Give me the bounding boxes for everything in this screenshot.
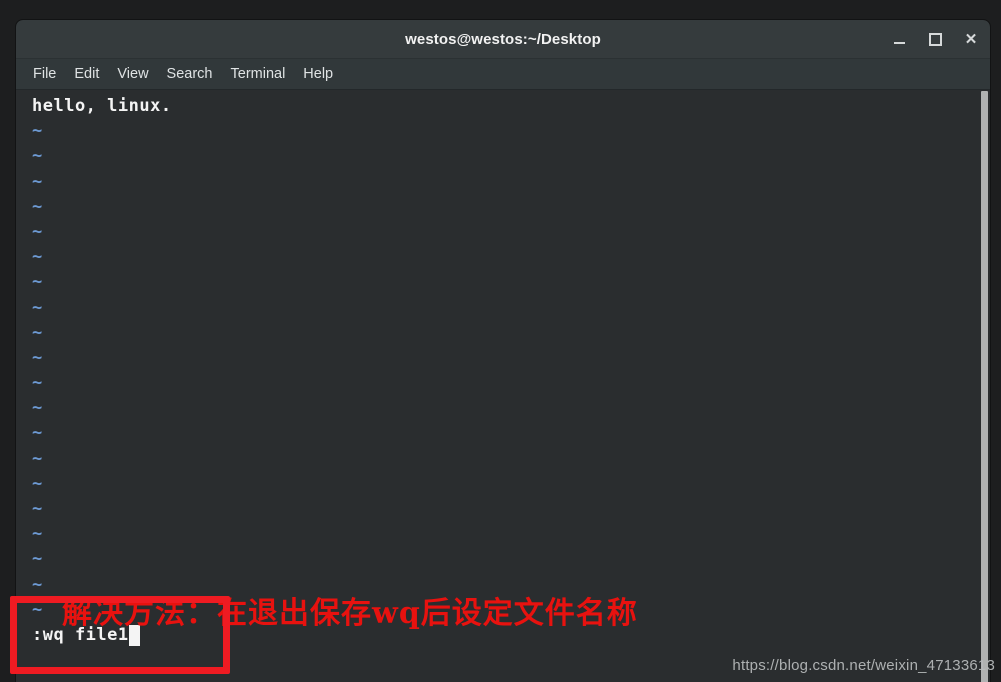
vim-tilde-line: ~ — [32, 171, 43, 192]
vim-tilde-line: ~ — [32, 473, 43, 494]
vim-tilde-line: ~ — [32, 499, 43, 519]
window-titlebar[interactable]: westos@westos:~/Desktop ✕ — [16, 20, 990, 59]
menu-item-file[interactable]: File — [24, 63, 65, 85]
close-button[interactable]: ✕ — [958, 26, 984, 52]
minimize-icon — [893, 41, 905, 44]
buffer-line-text: hello, linux. — [32, 96, 172, 116]
window-controls: ✕ — [886, 20, 984, 58]
maximize-button[interactable] — [922, 26, 948, 52]
maximize-icon — [928, 32, 942, 46]
desktop-background: westos@westos:~/Desktop ✕ File Edit View… — [0, 0, 1001, 682]
vim-tilde-line: ~ — [32, 423, 43, 444]
menu-item-search[interactable]: Search — [158, 63, 222, 85]
vim-tilde-line: ~ — [32, 549, 43, 570]
terminal-scrollbar[interactable] — [981, 90, 988, 682]
vim-tilde-line: ~ — [32, 448, 43, 469]
terminal-screen[interactable]: hello, linux. ~ ~ ~ ~ ~ ~ ~ ~ ~ ~ ~ ~ ~ ~ ~ ~ ~ ~ ~ ~ :wq f… — [16, 90, 990, 682]
menubar: File Edit View Search Terminal Help — [16, 59, 990, 90]
vim-tilde-line: ~ — [32, 196, 43, 217]
vim-tilde-line: ~ — [32, 297, 43, 318]
vim-tilde-line: ~ — [32, 146, 43, 167]
watermark-url: https://blog.csdn.net/weixin_47133613 — [732, 657, 995, 674]
menu-item-view[interactable]: View — [108, 63, 157, 85]
vim-buffer: hello, linux. ~ ~ ~ ~ ~ ~ ~ ~ ~ ~ ~ ~ ~ ~ ~ ~ ~ ~ ~ ~ :wq f… — [16, 90, 976, 648]
terminal-scrollbar-thumb[interactable] — [981, 91, 988, 682]
annotation-note: 解决方法：在退出保存wq后设定文件名称 — [62, 596, 638, 631]
vim-tilde-line: ~ — [32, 221, 43, 242]
vim-tilde-line: ~ — [32, 322, 43, 343]
menu-item-help[interactable]: Help — [294, 63, 342, 85]
vim-tilde-line: ~ — [32, 247, 43, 268]
vim-tilde-line: ~ — [32, 272, 43, 293]
vim-tilde-line: ~ — [32, 524, 43, 545]
vim-tilde-line: ~ — [32, 398, 43, 419]
vim-empty-line-markers: ~ ~ ~ ~ ~ ~ ~ ~ ~ ~ ~ ~ ~ ~ ~ ~ ~ ~ ~ ~ — [16, 119, 976, 623]
minimize-button[interactable] — [886, 26, 912, 52]
menu-item-edit[interactable]: Edit — [65, 63, 108, 85]
close-icon: ✕ — [964, 30, 978, 48]
vim-tilde-line: ~ — [32, 121, 43, 142]
vim-tilde-line: ~ — [32, 373, 43, 394]
window-title: westos@westos:~/Desktop — [405, 30, 601, 48]
vim-tilde-line: ~ — [32, 347, 43, 368]
terminal-window: westos@westos:~/Desktop ✕ File Edit View… — [16, 20, 990, 682]
menu-item-terminal[interactable]: Terminal — [222, 63, 295, 85]
